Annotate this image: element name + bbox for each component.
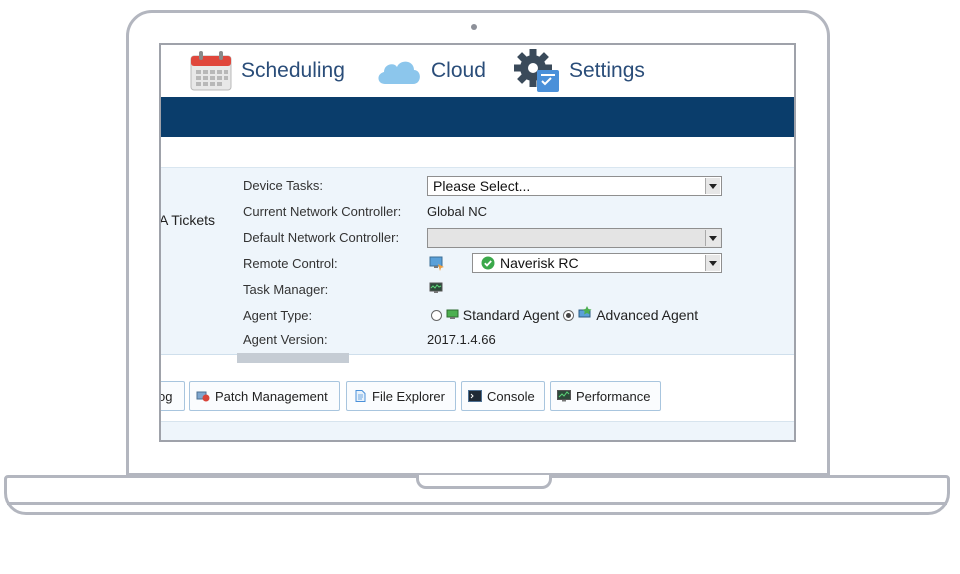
standard-agent-icon [446,309,459,319]
nav-settings[interactable]: Settings [513,45,645,97]
chevron-down-icon [705,230,720,246]
agent-version-label: Agent Version: [243,332,328,347]
advanced-agent-icon [578,306,592,318]
patch-management-button[interactable]: Patch Management [189,381,340,411]
device-panel: A Tickets Device Tasks: Please Select...… [161,168,794,355]
device-tasks-value: Please Select... [433,178,531,194]
default-nc-label: Default Network Controller: [243,230,400,245]
log-button[interactable]: og [159,381,185,411]
agent-standard-label[interactable]: Standard Agent [463,307,560,323]
performance-button[interactable]: Performance [550,381,661,411]
app-screen: Scheduling Cloud Settings A Tickets Devi… [159,43,796,442]
device-toolbar: og Patch Management File Explorer Consol… [161,365,794,421]
tab-tickets[interactable]: A Tickets [161,212,215,228]
remote-control-value: Naverisk RC [500,255,579,271]
performance-label: Performance [576,388,651,404]
file-explorer-label: File Explorer [372,388,445,404]
device-tasks-select[interactable]: Please Select... [427,176,722,196]
current-nc-row: Current Network Controller: Global NC [243,201,693,223]
performance-icon [557,390,571,402]
laptop-base-line [7,502,947,505]
agent-version-row: Agent Version: 2017.1.4.66 [243,329,693,351]
file-icon [355,390,366,402]
laptop-base [4,475,950,515]
console-icon [468,390,482,402]
camera-dot [471,24,477,30]
top-nav: Scheduling Cloud Settings [161,45,794,97]
agent-advanced-radio[interactable] [563,310,575,321]
task-manager-label: Task Manager: [243,282,329,297]
task-manager-icon[interactable] [429,282,443,295]
remote-control-label: Remote Control: [243,256,338,271]
sub-bar [161,137,794,168]
current-nc-label: Current Network Controller: [243,204,402,219]
header-banner [161,97,794,137]
cloud-icon [378,61,420,84]
chevron-down-icon [705,178,720,194]
current-nc-value: Global NC [427,204,487,219]
agent-advanced-label[interactable]: Advanced Agent [596,307,698,323]
agent-standard-radio[interactable] [431,310,442,321]
agent-version-value: 2017.1.4.66 [427,332,496,347]
agent-type-label: Agent Type: [243,308,313,323]
default-nc-select[interactable] [427,228,722,248]
console-label: Console [487,388,535,404]
remote-control-select[interactable]: Naverisk RC [472,253,722,273]
calendar-icon [190,51,232,91]
check-circle-icon [481,256,495,270]
log-button-label: og [159,388,173,404]
nav-settings-label: Settings [569,59,645,82]
console-button[interactable]: Console [461,381,545,411]
patch-icon [196,391,210,402]
patch-management-label: Patch Management [215,388,328,404]
horizontal-scrollbar-thumb[interactable] [237,353,349,363]
device-tasks-label: Device Tasks: [243,178,323,193]
gear-icon [514,49,559,92]
nav-scheduling[interactable]: Scheduling [189,45,345,97]
file-explorer-button[interactable]: File Explorer [346,381,456,411]
agent-type-options: Standard Agent Advanced Agent [431,306,698,323]
chevron-down-icon [705,255,720,271]
nav-cloud[interactable]: Cloud [375,45,486,97]
laptop-notch [416,475,552,489]
nav-cloud-label: Cloud [431,59,486,82]
nav-scheduling-label: Scheduling [241,59,345,82]
remote-control-icon[interactable] [429,256,445,271]
bottom-strip [161,421,794,440]
